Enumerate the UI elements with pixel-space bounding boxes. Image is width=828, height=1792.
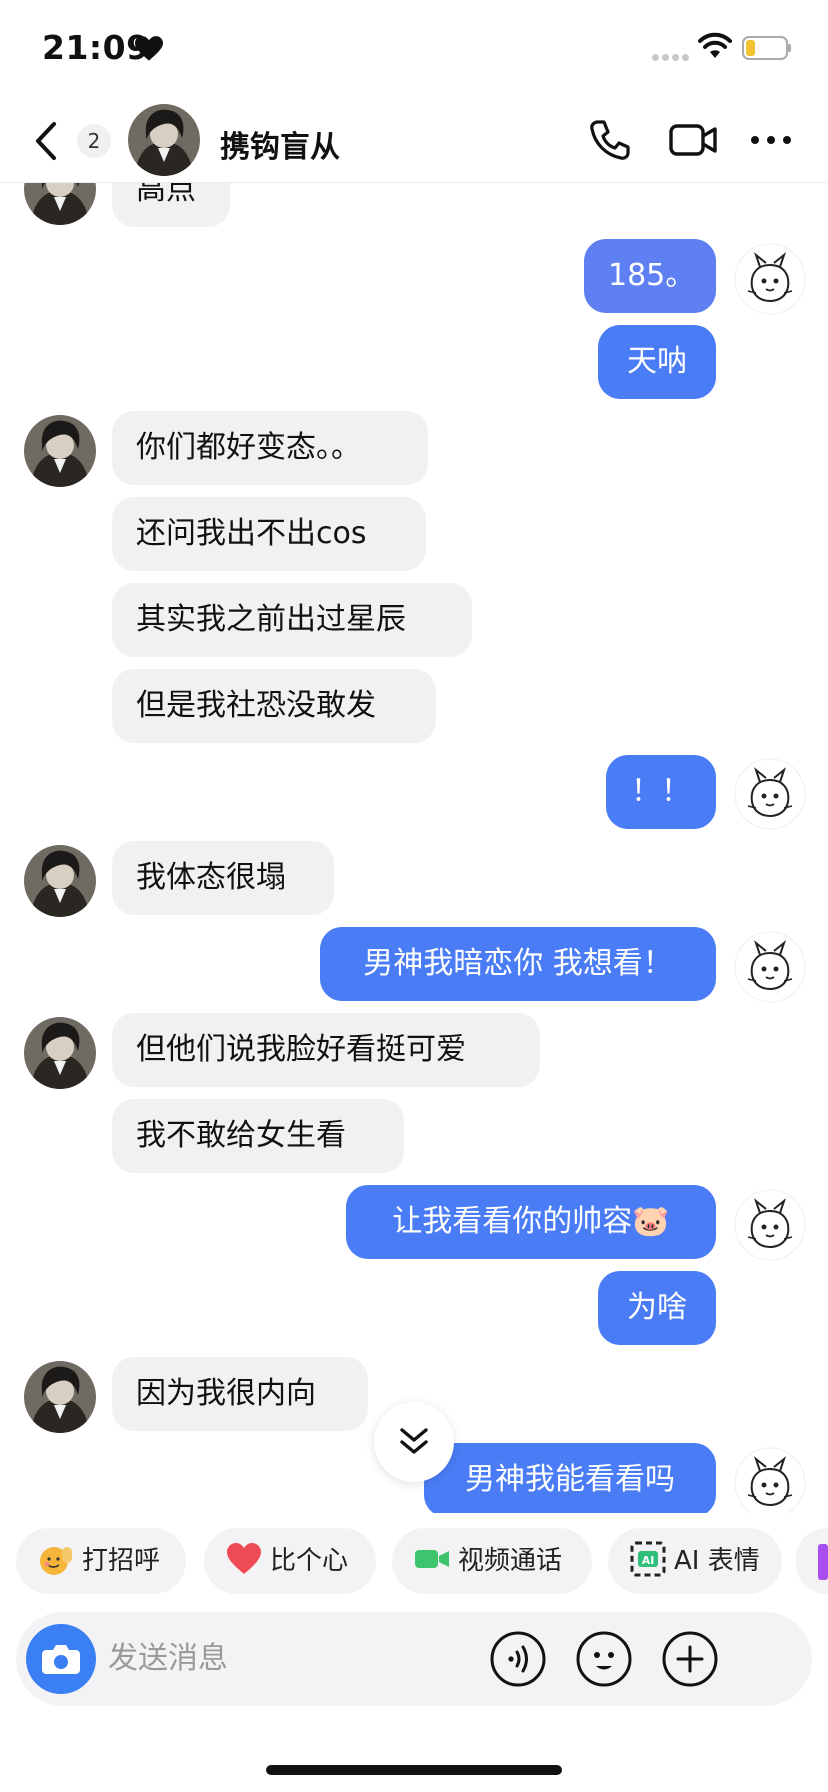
status-time: 21:09 <box>42 28 150 67</box>
my-avatar[interactable] <box>734 1189 806 1261</box>
message-bubble-outgoing[interactable]: 185。 <box>584 239 716 313</box>
message-bubble-incoming[interactable]: 但他们说我脸好看挺可爱 <box>112 1013 540 1087</box>
message-input[interactable]: 发送消息 <box>108 1612 228 1706</box>
cellular-signal-icon <box>652 46 692 65</box>
emoji-icon[interactable] <box>576 1631 632 1687</box>
contact-name[interactable]: 携钩盲从 <box>220 122 340 166</box>
message-bubble-outgoing[interactable]: 男神我暗恋你 我想看！ <box>320 927 716 1001</box>
heart-icon <box>135 36 163 61</box>
message-bubble-incoming[interactable]: 其实我之前出过星辰 <box>112 583 472 657</box>
my-avatar[interactable] <box>734 243 806 315</box>
camera-icon <box>42 1645 80 1674</box>
quick-action-label: 打招呼 <box>82 1546 161 1576</box>
message-bubble-outgoing[interactable]: 为啥 <box>598 1271 716 1345</box>
heart-icon <box>227 1542 261 1574</box>
my-avatar[interactable] <box>734 1447 806 1513</box>
contact-avatar[interactable] <box>128 104 200 176</box>
svg-text:AI: AI <box>642 1554 655 1567</box>
voice-input-icon[interactable] <box>490 1631 546 1687</box>
back-arrow-icon[interactable] <box>30 118 60 164</box>
message-input-bar: 发送消息 <box>16 1612 812 1706</box>
message-bubble-incoming[interactable]: 高点 <box>112 183 230 227</box>
scroll-to-bottom-button[interactable] <box>374 1402 454 1482</box>
message-bubble-incoming[interactable]: 因为我很内向 <box>112 1357 368 1431</box>
message-bubble-outgoing[interactable]: 天呐 <box>598 325 716 399</box>
quick-action-greet[interactable]: 打招呼 <box>16 1528 186 1594</box>
quick-action-bar: 打招呼 比个心 视频通话 AI AI 表情 <box>0 1528 828 1594</box>
video-call-icon <box>415 1549 449 1568</box>
more-options-icon[interactable] <box>750 128 792 152</box>
contact-avatar[interactable] <box>24 1361 96 1433</box>
message-bubble-incoming[interactable]: 但是我社恐没敢发 <box>112 669 436 743</box>
quick-action-video-call[interactable]: 视频通话 <box>392 1528 592 1594</box>
quick-action-more[interactable] <box>796 1528 828 1594</box>
ai-sticker-icon: AI <box>630 1541 666 1576</box>
home-indicator <box>266 1765 562 1775</box>
chat-header: 2 携钩盲从 <box>0 100 828 183</box>
wifi-icon <box>698 32 732 58</box>
message-bubble-incoming[interactable]: 你们都好变态。。 <box>112 411 428 485</box>
message-bubble-incoming[interactable]: 我不敢给女生看 <box>112 1099 404 1173</box>
plus-icon[interactable] <box>662 1631 718 1687</box>
my-avatar[interactable] <box>734 758 806 830</box>
quick-action-label: 比个心 <box>270 1546 349 1576</box>
phone-icon[interactable] <box>588 118 632 162</box>
unread-count-badge[interactable]: 2 <box>77 124 111 158</box>
message-bubble-incoming[interactable]: 还问我出不出cos <box>112 497 426 571</box>
quick-action-ai-sticker[interactable]: AI AI 表情 <box>608 1528 782 1594</box>
message-bubble-outgoing[interactable]: ！！ <box>606 755 716 829</box>
quick-action-label: 视频通话 <box>458 1546 563 1576</box>
double-chevron-down-icon <box>400 1428 428 1454</box>
contact-avatar[interactable] <box>24 183 96 225</box>
video-camera-icon[interactable] <box>668 120 718 160</box>
contact-avatar[interactable] <box>24 415 96 487</box>
contact-avatar[interactable] <box>24 1017 96 1089</box>
camera-button[interactable] <box>26 1624 96 1694</box>
battery-icon <box>742 36 791 60</box>
message-bubble-outgoing[interactable]: 男神我能看看吗 <box>424 1443 716 1513</box>
message-bubble-outgoing[interactable]: 让我看看你的帅容🐷 <box>346 1185 716 1259</box>
message-list[interactable]: 高点 185。 天呐 你们都好变态。。 还问我出不出cos 其实我之前出过星辰 … <box>0 183 828 1513</box>
status-bar: 21:09 <box>0 0 828 100</box>
quick-action-heart[interactable]: 比个心 <box>204 1528 376 1594</box>
my-avatar[interactable] <box>734 931 806 1003</box>
contact-avatar[interactable] <box>24 845 96 917</box>
quick-action-label: AI 表情 <box>674 1546 760 1576</box>
message-bubble-incoming[interactable]: 我体态很塌 <box>112 841 334 915</box>
wave-emoji-icon <box>40 1546 72 1575</box>
